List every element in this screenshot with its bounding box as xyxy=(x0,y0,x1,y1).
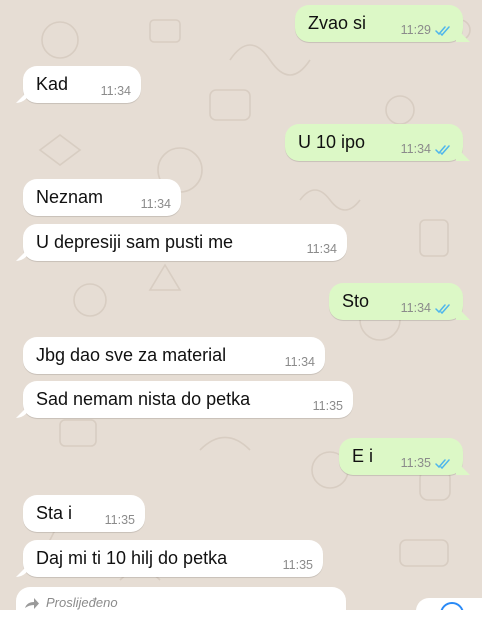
message-text: Sad nemam nista do petka xyxy=(36,389,251,409)
message-time: 11:34 xyxy=(140,197,171,211)
message-meta: 11:34 xyxy=(307,242,337,256)
message-text: Daj mi ti 10 hilj do petka xyxy=(36,548,228,568)
message-text: Sta i xyxy=(36,503,73,523)
forward-arrow-icon xyxy=(25,598,39,609)
message-bubble-incoming[interactable]: Sta i 11:35 xyxy=(23,495,145,532)
chat-background: Zvao si 11:29 Kad 11:34 U 10 ipo 11:34 N… xyxy=(0,0,482,610)
message-bubble-incoming[interactable]: Kad 11:34 xyxy=(23,66,141,103)
message-text: Jbg dao sve za material xyxy=(36,345,227,365)
message-bubble-outgoing[interactable]: Sto 11:34 xyxy=(329,283,463,320)
message-text: Neznam xyxy=(36,187,104,207)
message-meta: 11:34 xyxy=(141,197,171,211)
forwarded-label: Proslijeđeno xyxy=(46,595,118,610)
scroll-down-icon xyxy=(440,602,464,610)
read-ticks-icon xyxy=(435,458,450,469)
message-bubble-incoming[interactable]: U depresiji sam pusti me 11:34 xyxy=(23,224,347,261)
message-time: 11:35 xyxy=(282,558,313,572)
read-ticks-icon xyxy=(435,25,450,36)
bottom-edge xyxy=(0,610,493,621)
message-meta: 11:34 xyxy=(401,142,453,156)
read-ticks-icon xyxy=(435,144,450,155)
message-bubble-incoming[interactable]: Jbg dao sve za material 11:34 xyxy=(23,337,325,374)
message-meta: 11:35 xyxy=(313,399,343,413)
message-time: 11:34 xyxy=(284,355,315,369)
message-text: E i xyxy=(352,446,374,466)
message-meta: 11:34 xyxy=(101,84,131,98)
message-text: Zvao si xyxy=(308,13,367,33)
message-time: 11:34 xyxy=(306,242,337,256)
message-meta: 11:34 xyxy=(401,301,453,315)
message-bubble-outgoing[interactable]: U 10 ipo 11:34 xyxy=(285,124,463,161)
read-ticks-icon xyxy=(435,303,450,314)
message-bubble-incoming[interactable]: Sad nemam nista do petka 11:35 xyxy=(23,381,353,418)
forwarded-message-bubble[interactable]: Proslijeđeno xyxy=(16,587,346,610)
scroll-down-button[interactable] xyxy=(416,598,482,610)
message-time: 11:35 xyxy=(400,456,431,470)
message-meta: 11:35 xyxy=(105,513,135,527)
message-time: 11:29 xyxy=(400,23,431,37)
message-time: 11:34 xyxy=(100,84,131,98)
message-meta: 11:34 xyxy=(285,355,315,369)
right-edge xyxy=(482,0,493,621)
message-meta: 11:29 xyxy=(401,23,453,37)
message-time: 11:35 xyxy=(104,513,135,527)
message-bubble-outgoing[interactable]: Zvao si 11:29 xyxy=(295,5,463,42)
message-time: 11:35 xyxy=(312,399,343,413)
message-text: Sto xyxy=(342,291,370,311)
message-meta: 11:35 xyxy=(401,456,453,470)
message-time: 11:34 xyxy=(400,142,431,156)
message-bubble-incoming[interactable]: Neznam 11:34 xyxy=(23,179,181,216)
message-bubble-outgoing[interactable]: E i 11:35 xyxy=(339,438,463,475)
message-text: U depresiji sam pusti me xyxy=(36,232,234,252)
message-time: 11:34 xyxy=(400,301,431,315)
message-text: U 10 ipo xyxy=(298,132,366,152)
message-meta: 11:35 xyxy=(283,558,313,572)
message-text: Kad xyxy=(36,74,69,94)
message-bubble-incoming[interactable]: Daj mi ti 10 hilj do petka 11:35 xyxy=(23,540,323,577)
